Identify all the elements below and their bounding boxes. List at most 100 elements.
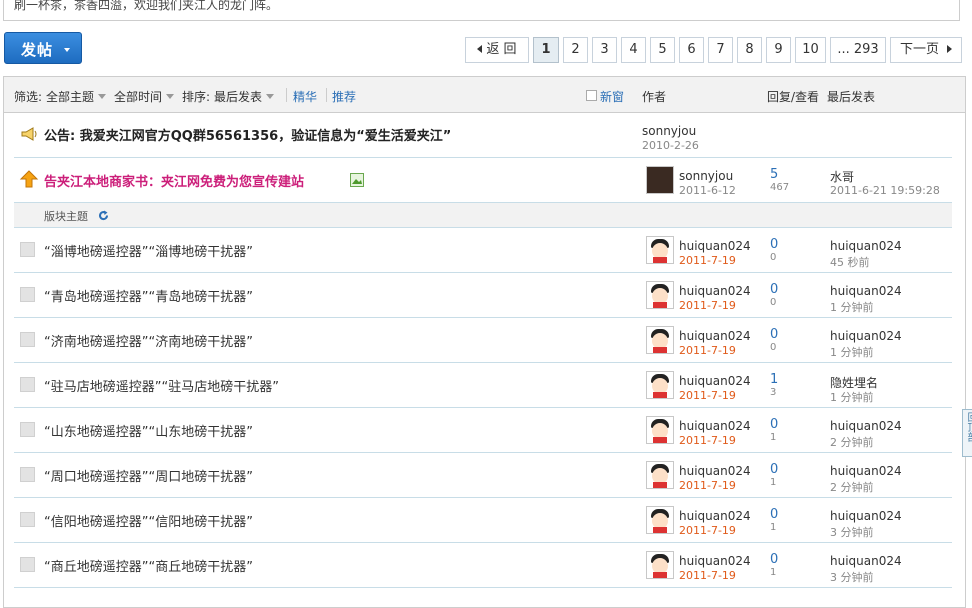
thread-author[interactable]: huiquan024 bbox=[679, 329, 751, 343]
avatar[interactable] bbox=[646, 551, 674, 579]
last-post-time[interactable]: 2 分钟前 bbox=[830, 434, 874, 450]
chevron-left-icon bbox=[477, 45, 483, 53]
page-link-9[interactable]: 9 bbox=[766, 37, 791, 63]
new-window-checkbox[interactable] bbox=[586, 90, 597, 101]
reply-count[interactable]: 1 bbox=[770, 372, 778, 387]
avatar[interactable] bbox=[646, 281, 674, 309]
page-link-7[interactable]: 7 bbox=[708, 37, 733, 63]
last-post-time[interactable]: 2011-6-21 19:59:28 bbox=[830, 184, 940, 197]
avatar[interactable] bbox=[646, 236, 674, 264]
last-poster[interactable]: huiquan024 bbox=[830, 284, 902, 298]
thread-title[interactable]: “周口地磅遥控器”“周口地磅干扰器” bbox=[44, 466, 253, 485]
reply-count[interactable]: 0 bbox=[770, 462, 778, 477]
reply-count[interactable]: 0 bbox=[770, 552, 778, 567]
thread-file-icon bbox=[20, 467, 35, 482]
page-link-4[interactable]: 4 bbox=[621, 37, 646, 63]
thread-author[interactable]: huiquan024 bbox=[679, 419, 751, 433]
view-count: 1 bbox=[770, 567, 777, 578]
last-post-time[interactable]: 3 分钟前 bbox=[830, 524, 874, 540]
filter-all-time[interactable]: 全部时间 bbox=[114, 88, 175, 105]
last-post-time[interactable]: 3 分钟前 bbox=[830, 569, 874, 585]
thread-title[interactable]: “信阳地磅遥控器”“信阳地磅干扰器” bbox=[44, 511, 253, 530]
page-link-last[interactable]: ... 293 bbox=[830, 37, 886, 63]
chevron-down-icon bbox=[98, 94, 107, 99]
last-poster[interactable]: huiquan024 bbox=[830, 509, 902, 523]
last-post-time[interactable]: 45 秒前 bbox=[830, 254, 870, 270]
view-count: 467 bbox=[770, 182, 790, 193]
last-post-time[interactable]: 1 分钟前 bbox=[830, 299, 874, 315]
recommend-link[interactable]: 推荐 bbox=[332, 90, 356, 104]
sort-select[interactable]: 最后发表 bbox=[214, 88, 275, 105]
view-count: 0 bbox=[770, 252, 777, 263]
new-post-button[interactable]: 发帖 bbox=[4, 32, 82, 64]
thread-author[interactable]: huiquan024 bbox=[679, 509, 751, 523]
announcement-author[interactable]: sonnyjou bbox=[642, 124, 696, 138]
thread-title[interactable]: “驻马店地磅遥控器”“驻马店地磅干扰器” bbox=[44, 376, 279, 395]
page-link-3[interactable]: 3 bbox=[592, 37, 617, 63]
thread-title[interactable]: “济南地磅遥控器”“济南地磅干扰器” bbox=[44, 331, 253, 350]
last-post-time[interactable]: 1 分钟前 bbox=[830, 344, 874, 360]
thread-author[interactable]: huiquan024 bbox=[679, 374, 751, 388]
thread-author[interactable]: huiquan024 bbox=[679, 554, 751, 568]
digest-link[interactable]: 精华 bbox=[293, 90, 317, 104]
page-link-6[interactable]: 6 bbox=[679, 37, 704, 63]
page-link-8[interactable]: 8 bbox=[737, 37, 762, 63]
announcement-title[interactable]: 公告: 我爱夹江网官方QQ群56561356，验证信息为“爱生活爱夹江” bbox=[44, 125, 451, 144]
page-link-2[interactable]: 2 bbox=[563, 37, 588, 63]
page-link-5[interactable]: 5 bbox=[650, 37, 675, 63]
reply-count[interactable]: 0 bbox=[770, 282, 778, 297]
next-page-button[interactable]: 下一页 bbox=[890, 37, 962, 63]
avatar[interactable] bbox=[646, 326, 674, 354]
avatar[interactable] bbox=[646, 506, 674, 534]
thread-file-icon bbox=[20, 512, 35, 527]
table-row: “信阳地磅遥控器”“信阳地磅干扰器” huiquan024 2011-7-19 0 1 h… bbox=[14, 498, 952, 543]
avatar[interactable] bbox=[646, 416, 674, 444]
thread-title[interactable]: “山东地磅遥控器”“山东地磅干扰器” bbox=[44, 421, 253, 440]
thread-title[interactable]: “青岛地磅遥控器”“青岛地磅干扰器” bbox=[44, 286, 253, 305]
reply-count[interactable]: 0 bbox=[770, 417, 778, 432]
divider bbox=[326, 88, 327, 102]
last-poster[interactable]: huiquan024 bbox=[830, 419, 902, 433]
reply-count[interactable]: 0 bbox=[770, 507, 778, 522]
chevron-down-icon[interactable] bbox=[64, 48, 70, 52]
view-count: 1 bbox=[770, 477, 777, 488]
sticky-thread-row: 告夹江本地商家书：夹江网免费为您宣传建站 sonnyjou 2011-6-12 … bbox=[14, 158, 952, 203]
last-post-time[interactable]: 2 分钟前 bbox=[830, 479, 874, 495]
back-to-top-tab[interactable]: 回顶部 bbox=[962, 409, 972, 457]
reply-count[interactable]: 0 bbox=[770, 237, 778, 252]
last-poster[interactable]: huiquan024 bbox=[830, 239, 902, 253]
sticky-thread-title[interactable]: 告夹江本地商家书：夹江网免费为您宣传建站 bbox=[44, 171, 304, 190]
chevron-down-icon bbox=[166, 94, 175, 99]
avatar[interactable] bbox=[646, 371, 674, 399]
thread-author[interactable]: huiquan024 bbox=[679, 239, 751, 253]
last-poster[interactable]: huiquan024 bbox=[830, 554, 902, 568]
last-poster[interactable]: huiquan024 bbox=[830, 464, 902, 478]
thread-list-header: 筛选: 全部主题 全部时间 排序: 最后发表 精华 推荐 新窗 作者 回复/查看… bbox=[4, 77, 965, 113]
view-count: 1 bbox=[770, 432, 777, 443]
thread-author[interactable]: huiquan024 bbox=[679, 464, 751, 478]
reply-count[interactable]: 5 bbox=[770, 167, 778, 182]
reply-count[interactable]: 0 bbox=[770, 327, 778, 342]
back-button[interactable]: 返 回 bbox=[465, 37, 529, 63]
chevron-right-icon bbox=[947, 45, 952, 53]
thread-author[interactable]: sonnyjou bbox=[679, 169, 733, 183]
table-row: “青岛地磅遥控器”“青岛地磅干扰器” huiquan024 2011-7-19 0 0 h… bbox=[14, 273, 952, 318]
view-count: 3 bbox=[770, 387, 777, 398]
new-window-label[interactable]: 新窗 bbox=[600, 90, 624, 104]
view-count: 0 bbox=[770, 342, 777, 353]
last-post-time[interactable]: 1 分钟前 bbox=[830, 389, 874, 405]
page-link-10[interactable]: 10 bbox=[795, 37, 826, 63]
thread-date: 2011-7-19 bbox=[679, 344, 736, 357]
thread-title[interactable]: “商丘地磅遥控器”“商丘地磅干扰器” bbox=[44, 556, 253, 575]
last-poster[interactable]: huiquan024 bbox=[830, 329, 902, 343]
filter-all-topics[interactable]: 全部主题 bbox=[46, 88, 107, 105]
last-poster[interactable]: 水哥 bbox=[830, 168, 854, 185]
thread-title[interactable]: “淄博地磅遥控器”“淄博地磅干扰器” bbox=[44, 241, 253, 260]
avatar[interactable] bbox=[646, 166, 674, 194]
avatar[interactable] bbox=[646, 461, 674, 489]
page-link-1[interactable]: 1 bbox=[533, 37, 559, 63]
announcement-date: 2010-2-26 bbox=[642, 139, 699, 152]
thread-author[interactable]: huiquan024 bbox=[679, 284, 751, 298]
refresh-icon[interactable] bbox=[98, 210, 109, 221]
table-row: “淄博地磅遥控器”“淄博地磅干扰器” huiquan024 2011-7-19 0 0 h… bbox=[14, 228, 952, 273]
